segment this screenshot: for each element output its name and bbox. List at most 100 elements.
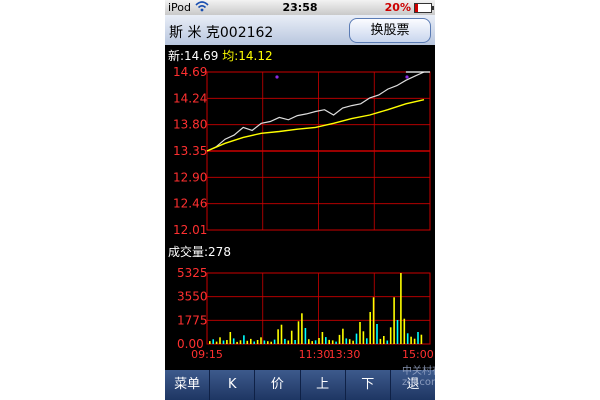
volume-bar: [260, 337, 262, 344]
volume-bar: [308, 339, 310, 344]
volume-bar: [376, 324, 378, 344]
volume-bar: [369, 312, 371, 344]
price-tick-label: 12.01: [173, 223, 207, 237]
volume-bar: [287, 340, 290, 344]
volume-bar: [366, 338, 368, 344]
event-marker: [405, 75, 409, 79]
volume-bar: [304, 328, 307, 344]
time-tick-label: 09:15: [191, 348, 223, 361]
volume-bar: [212, 339, 214, 344]
up-button[interactable]: 上: [301, 370, 346, 400]
new-price-value: 14.69: [184, 49, 219, 63]
volume-bar: [393, 297, 395, 344]
volume-bar: [256, 340, 259, 344]
volume-bar: [389, 327, 392, 344]
battery-percent: 20%: [384, 1, 411, 14]
volume-bar: [352, 340, 354, 344]
volume-bar: [379, 338, 382, 344]
volume-bar: [311, 341, 313, 344]
volume-bar: [413, 338, 416, 344]
volume-bar: [314, 340, 317, 344]
volume-bar: [277, 329, 279, 344]
volume-bar: [400, 273, 402, 344]
volume-bar: [417, 332, 419, 344]
battery-icon: [414, 3, 434, 13]
price-tick-label: 13.35: [173, 144, 207, 158]
volume-bar: [331, 340, 334, 344]
volume-bar: [273, 339, 276, 344]
volume-bar: [294, 340, 296, 344]
volume-bar: [236, 341, 238, 344]
time-tick-label: 13:30: [329, 348, 361, 361]
volume-bar: [263, 340, 266, 344]
volume-bar: [270, 341, 272, 344]
volume-bar: [219, 337, 221, 344]
volume-bar: [253, 341, 255, 344]
volume-bar: [335, 341, 337, 344]
stock-chart: 14.69 14.24 13.80 13.35 12.90 12.46 12.01 5325 3…: [173, 65, 434, 361]
avg-price-label: 均:: [222, 49, 239, 63]
price-button[interactable]: 价: [255, 370, 301, 400]
volume-bar: [406, 333, 409, 344]
price-tick-label: 13.80: [173, 118, 207, 132]
volume-bar: [209, 341, 211, 344]
time-tick-label: 11:30: [299, 348, 331, 361]
volume-bar: [386, 340, 389, 344]
volume-bar: [232, 338, 235, 344]
volume-bar: [246, 340, 249, 344]
volume-bar: [396, 320, 399, 344]
volume-bar: [301, 313, 303, 344]
volume-bar: [284, 338, 286, 344]
volume-tick-label: 5325: [177, 266, 208, 280]
volume-bar: [250, 338, 252, 344]
volume-bar: [420, 334, 423, 344]
volume-tick-label: 3550: [177, 290, 208, 304]
volume-tick-label: 1775: [177, 313, 208, 327]
price-tick-label: 12.90: [173, 170, 207, 184]
menu-button[interactable]: 菜单: [165, 370, 211, 400]
volume-bar: [328, 339, 330, 344]
volume-bar: [355, 333, 358, 344]
volume-bar: [297, 321, 300, 344]
volume-bar: [226, 340, 228, 344]
volume-bar: [229, 332, 232, 344]
volume-bar: [372, 297, 375, 344]
volume-bar: [359, 322, 361, 344]
price-tick-label: 14.69: [173, 65, 207, 79]
status-bar: iPod 23:58 20%: [165, 0, 435, 15]
price-tick-label: 12.46: [173, 197, 207, 211]
change-stock-button[interactable]: 换股票: [349, 18, 431, 43]
phone-screen: iPod 23:58 20% 斯 米 克002162 换股票 新:14.69 均…: [165, 0, 435, 400]
volume-bar: [243, 335, 245, 344]
average-line-series: [206, 99, 425, 152]
bottom-toolbar: 菜单 K 价 上 下 退: [165, 370, 435, 400]
volume-label: 成交量:278: [168, 245, 231, 259]
volume-bar: [222, 340, 225, 344]
volume-bar: [383, 336, 385, 344]
volume-bar: [345, 338, 348, 344]
volume-bar: [239, 340, 242, 344]
volume-bar: [362, 331, 365, 344]
down-button[interactable]: 下: [346, 370, 391, 400]
time-tick-label: 15:00: [402, 348, 434, 361]
volume-bar: [403, 318, 406, 344]
event-marker: [275, 75, 279, 79]
volume-bar: [410, 336, 412, 344]
volume-bar: [348, 339, 351, 344]
volume-bar: [280, 324, 283, 344]
volume-bar: [342, 328, 344, 344]
avg-price-value: 14.12: [238, 49, 273, 63]
volume-bar: [215, 341, 218, 344]
stock-title: 斯 米 克002162: [169, 25, 274, 41]
volume-bar: [290, 330, 293, 344]
volume-bar: [321, 332, 324, 344]
new-price-label: 新:: [168, 49, 185, 63]
volume-bar: [338, 334, 341, 344]
header-bar: 斯 米 克002162 换股票: [165, 15, 435, 45]
volume-bar: [267, 341, 269, 344]
k-line-button[interactable]: K: [210, 370, 256, 400]
price-tick-label: 14.24: [173, 91, 207, 105]
volume-bar: [318, 338, 320, 344]
volume-bar: [325, 337, 327, 344]
zol-watermark: 中关村在线 zol.com.cn: [402, 366, 435, 388]
